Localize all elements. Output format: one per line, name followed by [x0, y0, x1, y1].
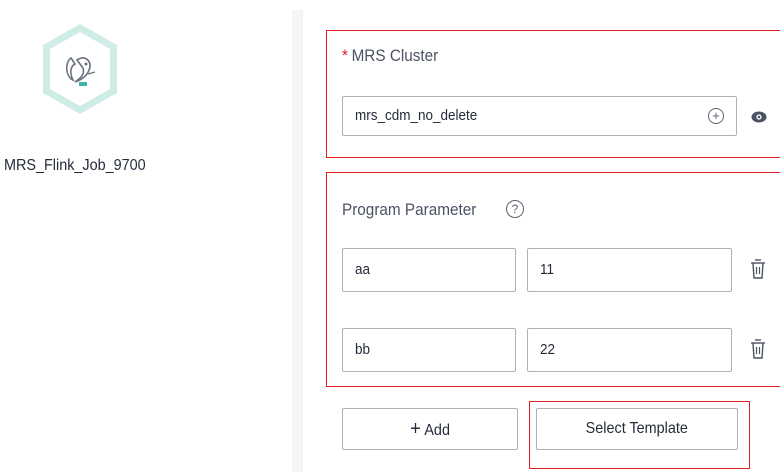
trash-icon[interactable] [750, 258, 766, 280]
cluster-select-value: mrs_cdm_no_delete [355, 107, 478, 124]
cluster-label: * MRS Cluster [342, 46, 438, 66]
parameter-value-input[interactable]: 22 [527, 328, 732, 372]
canvas: MRS_Flink_Job_9700 [0, 0, 302, 472]
plus-circle-icon[interactable]: + [708, 108, 724, 124]
squirrel-icon [43, 24, 117, 114]
cluster-label-text: MRS Cluster [351, 46, 439, 65]
parameter-value-input[interactable]: 11 [527, 248, 732, 292]
panel-divider [292, 10, 302, 472]
add-parameter-button[interactable]: + Add [342, 408, 518, 450]
parameter-label: Program Parameter [342, 200, 477, 219]
plus-icon: + [410, 418, 421, 440]
eye-icon[interactable] [750, 110, 768, 124]
trash-icon[interactable] [750, 338, 766, 360]
question-circle-icon[interactable]: ? [506, 200, 524, 218]
required-mark: * [342, 46, 348, 65]
job-node-label: MRS_Flink_Job_9700 [4, 157, 146, 174]
parameter-key-input[interactable]: bb [342, 328, 516, 372]
parameter-key-input[interactable]: aa [342, 248, 516, 292]
cluster-select[interactable]: mrs_cdm_no_delete + [342, 96, 737, 136]
job-node[interactable] [41, 22, 119, 116]
select-template-button[interactable]: Select Template [536, 408, 738, 450]
